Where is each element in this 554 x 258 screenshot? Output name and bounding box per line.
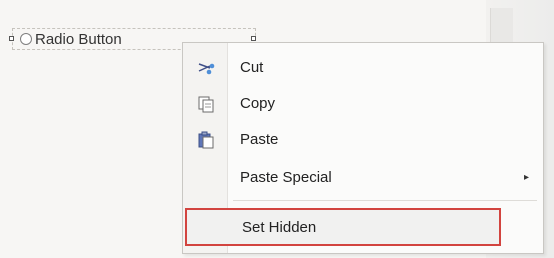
menu-item-label: Paste Special — [240, 169, 332, 186]
menu-item-label: Paste — [240, 131, 279, 148]
menu-item-paste[interactable]: Paste — [183, 122, 543, 158]
menu-item-paste-special[interactable]: Paste Special ▸ — [183, 160, 543, 196]
copy-icon — [197, 95, 215, 113]
submenu-arrow-icon: ▸ — [523, 172, 529, 183]
paste-icon — [197, 131, 215, 149]
menu-item-set-hidden[interactable]: Set Hidden — [185, 208, 501, 246]
resize-handle-left[interactable] — [9, 36, 14, 41]
menu-separator — [233, 200, 537, 201]
context-menu: Cut Copy Paste Paste Special ▸ Set Hidde… — [182, 42, 544, 254]
menu-item-label: Set Hidden — [242, 219, 317, 236]
menu-item-copy[interactable]: Copy — [183, 86, 543, 122]
menu-item-label: Copy — [240, 95, 276, 112]
scissors-icon — [197, 59, 215, 77]
radio-button-label: Radio Button — [35, 31, 122, 48]
resize-handle-right[interactable] — [251, 36, 256, 41]
menu-item-label: Cut — [240, 59, 264, 76]
radio-circle-icon — [20, 33, 32, 45]
menu-item-cut[interactable]: Cut — [183, 50, 543, 86]
